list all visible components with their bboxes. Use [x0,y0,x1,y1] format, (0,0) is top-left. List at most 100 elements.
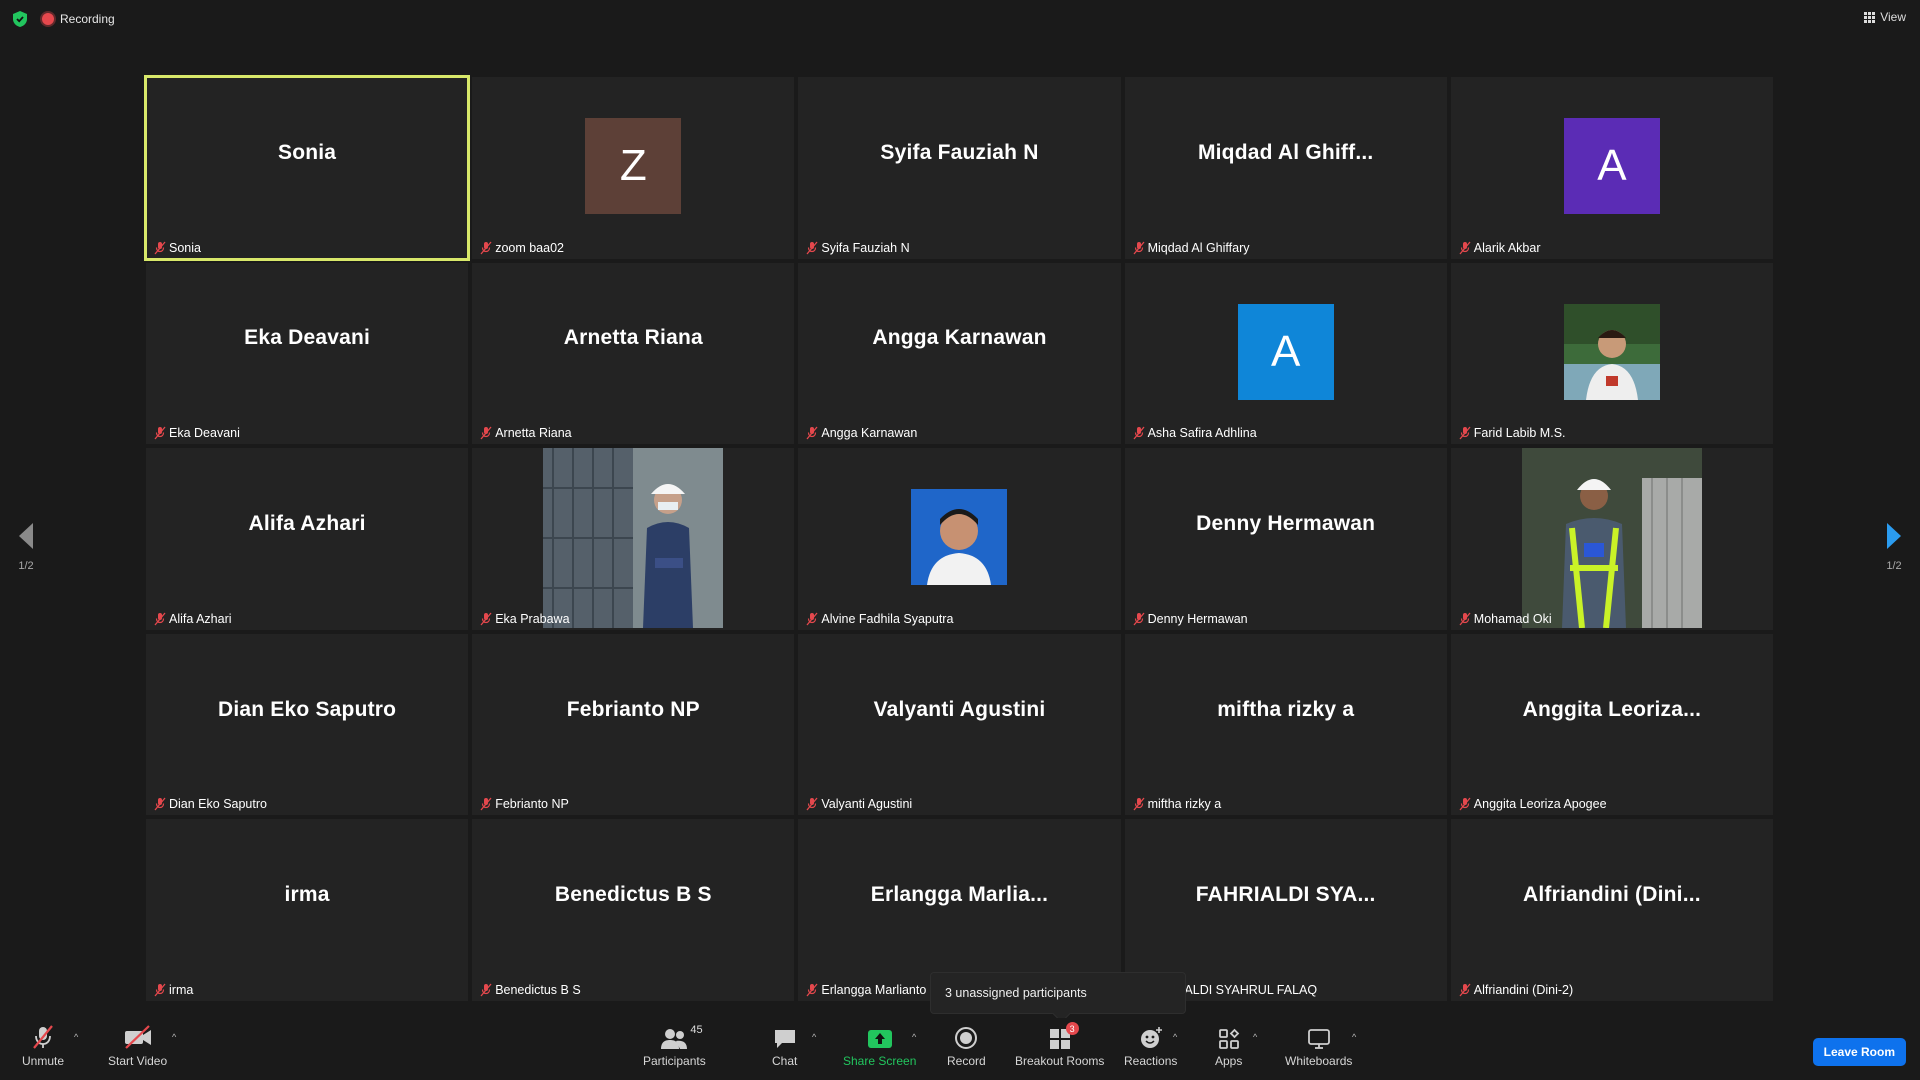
participant-name-text: Alfriandini (Dini-2) [1473,983,1574,997]
participant-tile[interactable]: Zzoom baa02 [472,77,795,259]
participant-tile[interactable]: Angga Karnawan Angga Karnawan [798,262,1121,445]
microphone-muted-icon [480,241,492,255]
participant-display-name: Alfriandini (Dini... [1522,883,1701,907]
participant-name-label: Alvine Fadhila Syaputra [802,610,957,628]
participant-name-label: zoom baa02 [476,239,568,257]
chat-button[interactable]: Chat [772,1024,797,1068]
record-button[interactable]: Record [947,1024,986,1068]
participant-name-text: Erlangga Marlianto [821,983,927,997]
shield-icon[interactable] [12,10,28,28]
participant-tile[interactable]: Syifa Fauziah N Syifa Fauziah N [798,77,1121,259]
participant-display-name: Sonia [278,140,337,164]
participant-photo [911,489,1008,586]
participant-display-name: FAHRIALDI SYA... [1195,883,1376,907]
participant-tile[interactable]: Alvine Fadhila Syaputra [798,448,1121,630]
participant-name-text: Arnetta Riana [495,426,572,441]
participant-tile[interactable]: A Alarik Akbar [1450,77,1773,259]
participant-tile[interactable]: Denny Hermawan Denny Hermawan [1124,448,1447,630]
participant-tile[interactable]: Miqdad Al Ghiff... Miqdad Al Ghiffary [1124,77,1447,259]
microphone-muted-icon [154,612,166,626]
recording-indicator[interactable]: Recording [42,12,115,26]
view-label: View [1880,10,1906,24]
audio-options-caret-icon[interactable]: ^ [74,1032,78,1042]
participant-tile[interactable]: Sonia Sonia [143,75,471,261]
microphone-muted-icon [1133,797,1145,811]
participant-name-label: Farid Labib M.S. [1455,424,1570,442]
microphone-muted-icon [480,797,492,811]
participant-name-text: Valyanti Agustini [821,797,913,812]
participant-tile[interactable]: A Asha Safira Adhlina [1124,262,1447,445]
participant-tile[interactable]: miftha rizky a miftha rizky a [1124,633,1447,816]
next-page-button[interactable]: 1/2 [1886,522,1902,572]
share-options-caret-icon[interactable]: ^ [912,1032,916,1042]
video-camera-off-icon [124,1025,151,1049]
reactions-options-caret-icon[interactable]: ^ [1173,1032,1177,1042]
participant-name-label: Alarik Akbar [1455,239,1545,257]
participant-name-text: irma [169,983,194,997]
participant-display-name: Dian Eko Saputro [217,697,397,721]
microphone-muted-icon [1459,797,1471,811]
participant-name-text: Miqdad Al Ghiffary [1147,240,1250,255]
apps-button[interactable]: Apps [1215,1024,1242,1068]
participant-tile[interactable]: Alfriandini (Dini... Alfriandini (Dini-2) [1450,819,1773,1001]
reactions-button[interactable]: Reactions [1124,1024,1177,1068]
participant-name-label: Alifa Azhari [150,610,236,628]
participant-avatar: Z [585,118,682,214]
microphone-muted-icon [154,797,166,811]
apps-icon [1218,1028,1239,1049]
participant-name-text: Alarik Akbar [1473,240,1541,255]
participant-display-name: Valyanti Agustini [873,697,1046,721]
chat-options-caret-icon[interactable]: ^ [812,1032,816,1042]
participant-tile[interactable]: Arnetta Riana Arnetta Riana [472,262,795,445]
microphone-muted-icon [480,983,492,997]
participant-name-text: Mohamad Oki [1473,611,1552,626]
participant-name-label: Denny Hermawan [1129,610,1252,628]
participants-button[interactable]: 45 Participants [643,1024,706,1068]
breakout-rooms-button[interactable]: 3 Breakout Rooms [1015,1022,1104,1068]
participant-tile[interactable]: Benedictus B S Benedictus B S [472,819,795,1001]
participant-name-text: Eka Deavani [169,426,240,441]
participant-tile[interactable]: Eka Deavani Eka Deavani [146,262,469,445]
participant-tile[interactable]: Mohamad Oki [1450,448,1773,630]
previous-page-button[interactable]: 1/2 [18,522,34,572]
leave-room-button[interactable]: Leave Room [1812,1038,1906,1066]
share-screen-button[interactable]: Share Screen [843,1024,916,1068]
whiteboards-options-caret-icon[interactable]: ^ [1352,1032,1356,1042]
participant-name-label: Mohamad Oki [1455,610,1556,628]
recording-label: Recording [60,12,115,26]
participant-name-label: Miqdad Al Ghiffary [1129,239,1254,257]
participant-photo [1521,448,1702,629]
microphone-muted-icon [806,983,818,997]
participant-photo [543,448,724,629]
meeting-toolbar: Unmute ^ Start Video ^ 45 Participants C… [0,1018,1920,1080]
microphone-muted-icon [1459,612,1471,626]
participant-name-text: Alvine Fadhila Syaputra [821,611,954,626]
unmute-button[interactable]: Unmute [22,1024,64,1068]
participant-name-label: Syifa Fauziah N [802,239,913,257]
participant-tile[interactable]: Alifa Azhari Alifa Azhari [146,448,469,630]
participant-name-text: Denny Hermawan [1147,611,1248,626]
participant-name-text: Anggita Leoriza Apogee [1473,797,1607,812]
start-video-button[interactable]: Start Video [108,1024,167,1068]
video-options-caret-icon[interactable]: ^ [172,1032,176,1042]
participant-name-label: Arnetta Riana [476,424,575,442]
whiteboards-button[interactable]: Whiteboards [1285,1024,1352,1068]
view-button[interactable]: View [1864,10,1906,24]
participant-display-name: Angga Karnawan [872,326,1047,350]
participant-tile[interactable]: Valyanti Agustini Valyanti Agustini [798,633,1121,816]
participant-name-label: Valyanti Agustini [802,795,916,813]
participant-tile[interactable]: Febrianto NP Febrianto NP [472,633,795,816]
breakout-badge: 3 [1065,1022,1079,1035]
participant-name-label: miftha rizky a [1129,795,1226,813]
participant-name-label: Erlangga Marlianto [802,981,930,999]
participant-tile[interactable]: Anggita Leoriza... Anggita Leoriza Apogee [1450,633,1773,816]
chat-icon [774,1030,795,1048]
participant-name-label: Asha Safira Adhlina [1129,424,1261,442]
top-status-bar: Recording [12,10,115,28]
participant-tile[interactable]: irma irma [146,819,469,1001]
participant-tile[interactable]: Eka Prabawa [472,448,795,630]
participant-tile[interactable]: Farid Labib M.S. [1450,262,1773,445]
apps-options-caret-icon[interactable]: ^ [1253,1032,1257,1042]
participant-name-text: Eka Prabawa [495,611,570,626]
participant-tile[interactable]: Dian Eko Saputro Dian Eko Saputro [146,633,469,816]
